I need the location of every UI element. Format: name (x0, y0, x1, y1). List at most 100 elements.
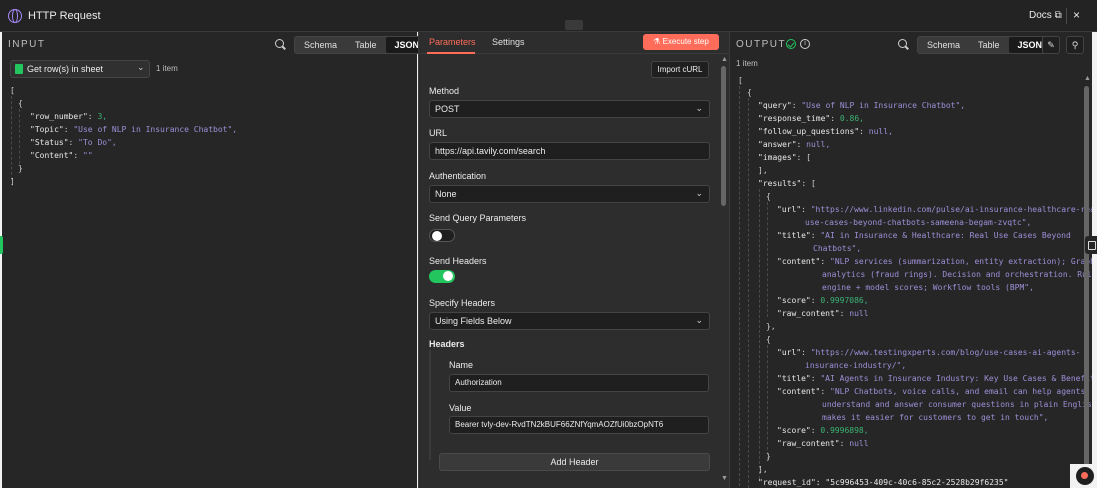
json-key: "raw_content" (777, 439, 840, 448)
json-value: "AI Agents in Insurance Industry: Key Us… (820, 374, 1097, 383)
execute-step-button[interactable]: ⚗ Execute step (643, 34, 719, 50)
right-rail (1092, 32, 1097, 488)
specify-headers-select[interactable]: Using Fields Below ⌄ (429, 312, 710, 330)
json-key: "Status" (30, 138, 69, 147)
node-title: HTTP Request (28, 10, 101, 22)
json-value: "https://www.linkedin.com/pulse/ai-insur… (810, 205, 1097, 214)
header-value-label: Value (449, 403, 472, 413)
json-key: "response_time" (758, 114, 831, 123)
chat-button[interactable] (1070, 464, 1097, 488)
side-panel-toggle[interactable] (1085, 236, 1097, 254)
send-query-label: Send Query Parameters (429, 213, 527, 223)
tab-schema[interactable]: Schema (295, 37, 346, 53)
header-name-input[interactable]: Authorization (449, 374, 709, 392)
output-scrollbar[interactable] (1084, 86, 1089, 476)
json-key: "answer" (758, 140, 797, 149)
url-input[interactable]: https://api.tavily.com/search (429, 142, 710, 160)
close-icon[interactable]: × (1073, 8, 1080, 22)
method-select[interactable]: POST ⌄ (429, 100, 710, 118)
json-value: analytics (fraud rings). Decision and or… (822, 270, 1097, 279)
method-value: POST (435, 104, 460, 114)
header-name-value: Authorization (455, 378, 502, 387)
sheet-select-label: Get row(s) in sheet (27, 64, 104, 74)
docs-link[interactable]: Docs ⧉ (1029, 10, 1062, 21)
json-key: "Content" (30, 151, 74, 160)
json-key: "Topic" (30, 125, 64, 134)
json-value: "Use of NLP in Insurance Chatbot", (801, 101, 966, 110)
json-key: "images" (758, 153, 797, 162)
json-key: "request_id": "5c996453-409c-40c6-85c2-2… (758, 478, 1009, 487)
divider (1066, 8, 1067, 24)
title-bar: HTTP Request Docs ⧉ × (0, 0, 1097, 32)
json-key: "url" (777, 205, 802, 214)
tab-schema[interactable]: Schema (918, 37, 969, 53)
import-curl-button[interactable]: Import cURL (651, 61, 709, 78)
scroll-down-icon[interactable]: ▼ (721, 475, 728, 482)
json-value: "To Do", (78, 138, 117, 147)
json-key: "content" (777, 387, 821, 396)
json-key: "score" (777, 296, 811, 305)
json-value: "NLP services (summarization, entity ext… (830, 257, 1095, 266)
chevron-down-icon: ⌄ (137, 62, 145, 72)
json-value: 0.86, (839, 114, 864, 123)
json-value: insurance-industry/", (805, 361, 907, 370)
send-query-toggle[interactable] (429, 229, 455, 242)
chevron-down-icon: ⌄ (695, 188, 703, 198)
external-link-icon: ⧉ (1054, 10, 1062, 21)
header-value-input[interactable]: Bearer tvly-dev-RvdTN2kBUF66ZNfYqmAOZfUi… (449, 416, 709, 434)
json-value: use-cases-beyond-chatbots-sameena-begam-… (805, 218, 1032, 227)
param-scrollbar[interactable] (721, 66, 726, 206)
scroll-up-icon[interactable]: ▲ (721, 56, 728, 63)
input-view-tabs: Schema Table JSON (294, 36, 430, 54)
url-value: https://api.tavily.com/search (435, 146, 546, 156)
json-key: "query" (758, 101, 792, 110)
output-panel: OUTPUT i Schema Table JSON ✎ ⚲ 1 item [ … (730, 32, 1097, 488)
active-tab-indicator (427, 52, 475, 54)
pin-icon[interactable]: ⚲ (1066, 36, 1084, 54)
json-key: "score" (777, 426, 811, 435)
headers-label: Headers (429, 339, 465, 349)
json-value: "AI in Insurance & Healthcare: Real Use … (820, 231, 1071, 240)
authentication-value: None (435, 189, 457, 199)
search-icon[interactable] (275, 39, 284, 48)
json-key: "content" (777, 257, 821, 266)
specify-headers-value: Using Fields Below (435, 316, 512, 326)
pencil-icon[interactable]: ✎ (1042, 36, 1060, 54)
json-value: "https://www.testingxperts.com/blog/use-… (810, 348, 1081, 357)
add-header-button[interactable]: Add Header (439, 453, 710, 471)
json-key: "url" (777, 348, 802, 357)
flask-icon: ⚗ (653, 37, 663, 46)
output-item-count: 1 item (736, 59, 758, 68)
sheet-icon (15, 64, 23, 74)
send-headers-toggle[interactable] (429, 270, 455, 283)
output-label: OUTPUT (736, 39, 787, 50)
tab-table[interactable]: Table (969, 37, 1009, 53)
left-panel-toggle[interactable] (0, 236, 3, 254)
tab-table[interactable]: Table (346, 37, 386, 53)
authentication-select[interactable]: None ⌄ (429, 185, 710, 203)
url-label: URL (429, 128, 448, 138)
authentication-label: Authentication (429, 171, 487, 181)
json-key: "title" (777, 231, 811, 240)
json-value: 3, (97, 112, 108, 121)
chevron-down-icon: ⌄ (695, 103, 703, 113)
json-value: understand and answer consumer questions… (822, 400, 1097, 409)
info-icon[interactable]: i (800, 39, 810, 49)
json-key: "follow_up_questions" (758, 127, 860, 136)
chat-icon (1076, 467, 1094, 485)
json-key: "row_number" (30, 112, 88, 121)
sheet-node-select[interactable]: Get row(s) in sheet ⌄ (10, 60, 150, 78)
scroll-up-icon[interactable]: ▲ (1084, 75, 1091, 82)
json-value: 0.9997086, (820, 296, 869, 305)
search-icon[interactable] (898, 39, 907, 48)
check-circle-icon (786, 39, 796, 49)
json-value: null (849, 439, 869, 448)
specify-headers-label: Specify Headers (429, 298, 496, 308)
chevron-down-icon: ⌄ (695, 315, 703, 325)
tab-parameters[interactable]: Parameters (429, 37, 476, 47)
drag-handle[interactable] (565, 20, 583, 30)
json-value: 0.9996898, (820, 426, 869, 435)
tab-settings[interactable]: Settings (492, 37, 525, 47)
json-value: "" (83, 151, 93, 160)
json-value: makes it easier for customers to get in … (822, 413, 1049, 422)
